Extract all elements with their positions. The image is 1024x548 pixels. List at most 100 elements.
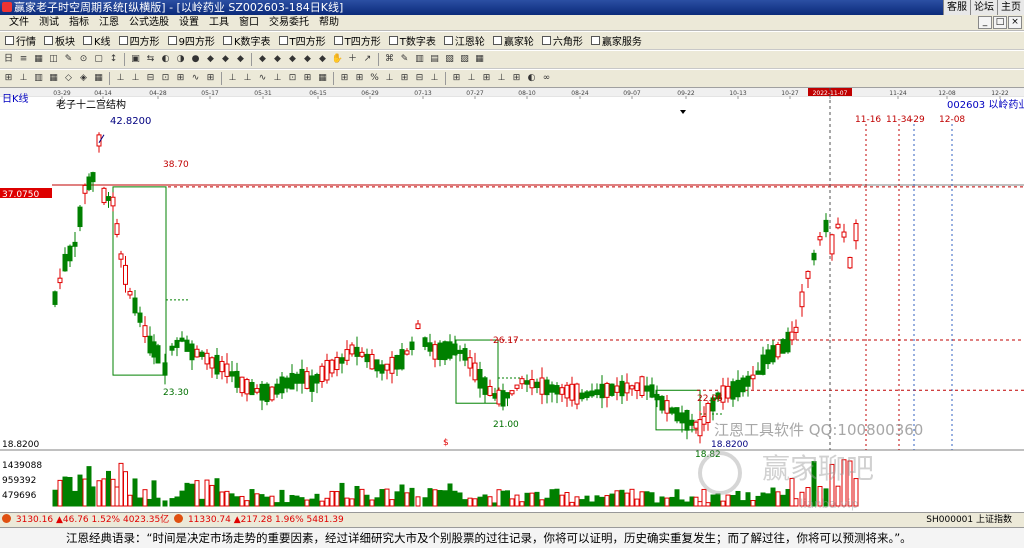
tool-icon[interactable]: ▥ bbox=[32, 72, 45, 85]
tool-icon[interactable]: ◫ bbox=[47, 53, 60, 66]
menu-formula[interactable]: 公式选股 bbox=[124, 15, 174, 31]
tool-icon[interactable]: ⊥ bbox=[241, 72, 254, 85]
menu-settings[interactable]: 设置 bbox=[174, 15, 204, 31]
tool-icon[interactable]: ▦ bbox=[473, 53, 486, 66]
tool-icon[interactable]: ⊥ bbox=[226, 72, 239, 85]
close-button[interactable]: × bbox=[1008, 16, 1022, 29]
tool-icon[interactable]: ⊡ bbox=[159, 72, 172, 85]
kline-chart[interactable]: 03-29 04-14 04-28 05-17 05-31 06-15 06-29 07-13… bbox=[0, 88, 1024, 512]
menu-help[interactable]: 帮助 bbox=[314, 15, 344, 31]
tool-icon[interactable]: ✋ bbox=[331, 53, 344, 66]
tab-forum[interactable]: 论坛 bbox=[970, 0, 997, 15]
restore-button[interactable]: □ bbox=[993, 16, 1007, 29]
toolbar-btn-5[interactable]: K数字表 bbox=[220, 33, 274, 49]
tool-icon[interactable]: ▢ bbox=[92, 53, 105, 66]
toolbar-btn-2[interactable]: K线 bbox=[80, 33, 114, 49]
toolbar-btn-8[interactable]: T数字表 bbox=[386, 33, 439, 49]
tool-icon[interactable]: ▨ bbox=[458, 53, 471, 66]
minimize-button[interactable]: _ bbox=[978, 16, 992, 29]
tool-icon[interactable]: ∿ bbox=[256, 72, 269, 85]
tool-icon[interactable]: ▣ bbox=[129, 53, 142, 66]
tool-icon[interactable]: ⊞ bbox=[174, 72, 187, 85]
tool-icon[interactable]: ◆ bbox=[204, 53, 217, 66]
tool-icon[interactable]: ⊡ bbox=[286, 72, 299, 85]
tool-icon[interactable]: ⊞ bbox=[450, 72, 463, 85]
tool-icon[interactable]: ▤ bbox=[428, 53, 441, 66]
tool-icon[interactable]: ◆ bbox=[271, 53, 284, 66]
menu-window[interactable]: 窗口 bbox=[234, 15, 264, 31]
toolbar-btn-3[interactable]: 四方形 bbox=[116, 33, 163, 49]
tool-icon[interactable]: ∿ bbox=[189, 72, 202, 85]
volume-bar bbox=[452, 490, 458, 507]
tool-icon[interactable]: ◆ bbox=[301, 53, 314, 66]
tool-icon[interactable]: ⊥ bbox=[495, 72, 508, 85]
tool-icon[interactable]: ▦ bbox=[32, 53, 45, 66]
tool-icon[interactable]: ⊥ bbox=[271, 72, 284, 85]
toolbar-btn-12[interactable]: 赢家服务 bbox=[588, 33, 645, 49]
tool-icon[interactable]: ◆ bbox=[256, 53, 269, 66]
menu-indicator[interactable]: 指标 bbox=[64, 15, 94, 31]
status-bar: 3130.16 ▲46.76 1.52% 4023.35亿 11330.74 ▲… bbox=[0, 512, 1024, 527]
tool-icon[interactable]: ✎ bbox=[398, 53, 411, 66]
toolbar-btn-0[interactable]: 行情 bbox=[2, 33, 39, 49]
tool-icon[interactable]: ◆ bbox=[219, 53, 232, 66]
tool-icon[interactable]: ⊥ bbox=[428, 72, 441, 85]
tool-icon[interactable]: ⌘ bbox=[383, 53, 396, 66]
tool-icon[interactable]: ≡ bbox=[17, 53, 30, 66]
menu-gann[interactable]: 江恩 bbox=[94, 15, 124, 31]
tool-icon[interactable]: ⊞ bbox=[204, 72, 217, 85]
tool-icon[interactable]: ▦ bbox=[47, 72, 60, 85]
toolbar-btn-4[interactable]: 9四方形 bbox=[165, 33, 218, 49]
tool-icon[interactable]: ∞ bbox=[540, 72, 553, 85]
toolbar-btn-1[interactable]: 板块 bbox=[41, 33, 78, 49]
tool-icon[interactable]: ▦ bbox=[316, 72, 329, 85]
tool-icon[interactable]: ◆ bbox=[316, 53, 329, 66]
tool-icon[interactable]: ✎ bbox=[62, 53, 75, 66]
tool-icon[interactable]: ⊥ bbox=[383, 72, 396, 85]
tool-icon[interactable]: ⊞ bbox=[2, 72, 15, 85]
toolbar-btn-9[interactable]: 江恩轮 bbox=[441, 33, 488, 49]
menu-trade[interactable]: 交易委托 bbox=[264, 15, 314, 31]
tool-icon[interactable]: ◈ bbox=[77, 72, 90, 85]
tool-icon[interactable]: ⊞ bbox=[353, 72, 366, 85]
tool-icon[interactable]: ⊥ bbox=[129, 72, 142, 85]
tool-icon[interactable]: ⇆ bbox=[144, 53, 157, 66]
tab-home[interactable]: 主页 bbox=[997, 0, 1024, 15]
tool-icon[interactable]: ⊥ bbox=[17, 72, 30, 85]
tool-icon[interactable]: ◑ bbox=[174, 53, 187, 66]
tool-icon[interactable]: ◐ bbox=[525, 72, 538, 85]
toolbar-btn-6[interactable]: T四方形 bbox=[276, 33, 329, 49]
tool-icon[interactable]: ↕ bbox=[107, 53, 120, 66]
menu-file[interactable]: 文件 bbox=[4, 15, 34, 31]
toolbar-btn-label: 四方形 bbox=[129, 37, 160, 48]
tool-icon[interactable]: ◇ bbox=[62, 72, 75, 85]
tool-icon[interactable]: ⊙ bbox=[77, 53, 90, 66]
tool-icon[interactable]: ⊞ bbox=[480, 72, 493, 85]
tool-icon[interactable]: ⊞ bbox=[398, 72, 411, 85]
tool-icon[interactable]: ▥ bbox=[413, 53, 426, 66]
tool-icon[interactable]: ▧ bbox=[443, 53, 456, 66]
tool-icon[interactable]: ⊟ bbox=[144, 72, 157, 85]
tool-icon[interactable]: ⊞ bbox=[510, 72, 523, 85]
tool-icon[interactable]: ⊥ bbox=[465, 72, 478, 85]
tool-icon[interactable]: ◐ bbox=[159, 53, 172, 66]
toolbar-btn-11[interactable]: 六角形 bbox=[539, 33, 586, 49]
menu-test[interactable]: 测试 bbox=[34, 15, 64, 31]
tool-icon[interactable]: ⊞ bbox=[338, 72, 351, 85]
tool-icon[interactable]: ◆ bbox=[286, 53, 299, 66]
tool-icon[interactable]: ● bbox=[189, 53, 202, 66]
tool-icon[interactable]: ⊟ bbox=[413, 72, 426, 85]
tool-icon[interactable]: ⊥ bbox=[114, 72, 127, 85]
menu-tools[interactable]: 工具 bbox=[204, 15, 234, 31]
tool-icon[interactable]: % bbox=[368, 72, 381, 85]
tool-icon[interactable]: ▦ bbox=[92, 72, 105, 85]
toolbar-btn-10[interactable]: 赢家轮 bbox=[490, 33, 537, 49]
tab-service[interactable]: 客服 bbox=[943, 0, 970, 15]
tool-icon[interactable]: ◆ bbox=[234, 53, 247, 66]
tool-icon[interactable]: ↗ bbox=[361, 53, 374, 66]
tool-icon[interactable]: ＋ bbox=[346, 53, 359, 66]
kline-chart-panel[interactable]: 03-29 04-14 04-28 05-17 05-31 06-15 06-29 07-13… bbox=[0, 88, 1024, 512]
toolbar-btn-7[interactable]: T四方形 bbox=[331, 33, 384, 49]
tool-icon[interactable]: ⊞ bbox=[301, 72, 314, 85]
tool-icon[interactable]: 日 bbox=[2, 53, 15, 66]
